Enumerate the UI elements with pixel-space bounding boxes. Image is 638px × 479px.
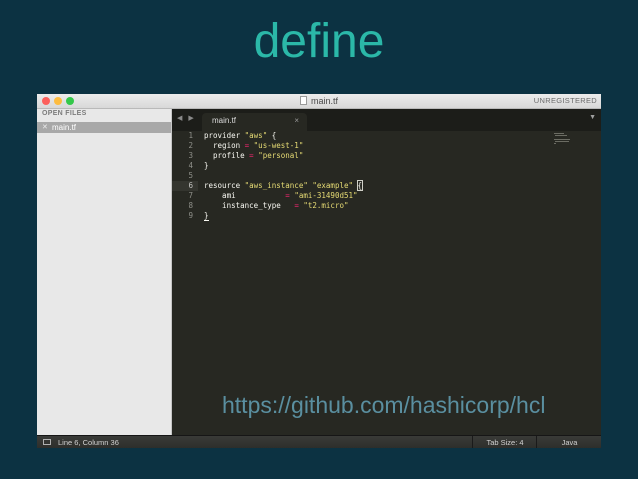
line-number: 6 <box>188 181 193 190</box>
line-number: 5 <box>188 171 193 180</box>
code-line: instance_type = "t2.micro" <box>204 201 349 211</box>
line-number: 2 <box>188 141 193 150</box>
sidebar-file-main-tf[interactable]: ✕ main.tf <box>37 122 171 133</box>
code-line: resource "aws_instance" "example" { <box>204 180 363 191</box>
line-number: 9 <box>188 211 193 220</box>
tab-close-icon[interactable]: × <box>294 116 299 125</box>
tab-label: main.tf <box>212 116 237 125</box>
sidebar: OPEN FILES ✕ main.tf <box>37 109 172 435</box>
minimap-line <box>554 139 570 140</box>
line-number: 4 <box>188 161 193 170</box>
tab-bar: ◀ ▶ main.tf × ▼ <box>172 109 601 131</box>
minimap[interactable] <box>554 132 594 156</box>
line-number: 3 <box>188 151 193 160</box>
unregistered-label: UNREGISTERED <box>533 96 597 105</box>
minimap-line <box>554 143 556 144</box>
minimap-line <box>555 141 569 142</box>
tab-size-selector[interactable]: Tab Size: 4 <box>472 436 537 448</box>
window-title-text: main.tf <box>310 96 338 106</box>
close-icon[interactable]: ✕ <box>42 122 48 133</box>
line-number-gutter: 123456789 <box>172 131 198 435</box>
cursor-position: Line 6, Column 36 <box>58 438 119 447</box>
code-token: resource <box>204 181 245 190</box>
window-titlebar: main.tf UNREGISTERED <box>37 94 601 109</box>
code-token: ami <box>204 191 286 200</box>
code-token: provider <box>204 131 245 140</box>
line-number: 8 <box>188 201 193 210</box>
code-line: profile = "personal" <box>204 151 303 161</box>
syntax-selector[interactable]: Java <box>536 436 601 448</box>
tab-main-tf[interactable]: main.tf × <box>202 113 307 131</box>
code-token: "us-west-1" <box>253 141 304 150</box>
minimap-line <box>555 135 567 136</box>
code-token: "t2.micro" <box>303 201 349 210</box>
code-line: } <box>204 161 209 171</box>
sidebar-file-label: main.tf <box>52 123 77 132</box>
code-token: region <box>204 141 245 150</box>
code-token: } <box>204 211 209 221</box>
code-line: ami = "ami-31490d51" <box>204 191 358 201</box>
line-number: 7 <box>188 191 193 200</box>
code-line: } <box>204 211 209 221</box>
code-line: provider "aws" { <box>204 131 276 141</box>
code-token: "personal" <box>258 151 304 160</box>
hcl-repo-link[interactable]: https://github.com/hashicorp/hcl <box>222 392 545 419</box>
code-token: { <box>267 131 277 140</box>
panel-toggle-icon[interactable] <box>43 439 51 445</box>
code-token: { <box>356 180 363 191</box>
sidebar-header: OPEN FILES <box>42 110 87 117</box>
code-token: "aws" <box>244 131 268 140</box>
code-token: } <box>204 161 209 170</box>
code-token: instance_type <box>204 201 295 210</box>
code-token: "aws_instance" <box>244 181 308 190</box>
code-token: "example" <box>312 181 354 190</box>
slide-title: define <box>253 15 385 68</box>
code-token: "ami-31490d51" <box>294 191 358 200</box>
line-number: 1 <box>188 131 193 140</box>
code-line: region = "us-west-1" <box>204 141 303 151</box>
status-bar: Line 6, Column 36 Tab Size: 4 Java <box>37 435 601 448</box>
tab-menu-chevron-down-icon[interactable]: ▼ <box>589 114 596 121</box>
code-token: profile <box>204 151 250 160</box>
tab-navigation-arrows-icon[interactable]: ◀ ▶ <box>177 114 196 122</box>
document-icon <box>299 96 307 105</box>
code-editor[interactable]: provider "aws" { region = "us-west-1" pr… <box>204 131 584 431</box>
window-title: main.tf <box>37 94 601 108</box>
minimap-line <box>554 133 564 134</box>
